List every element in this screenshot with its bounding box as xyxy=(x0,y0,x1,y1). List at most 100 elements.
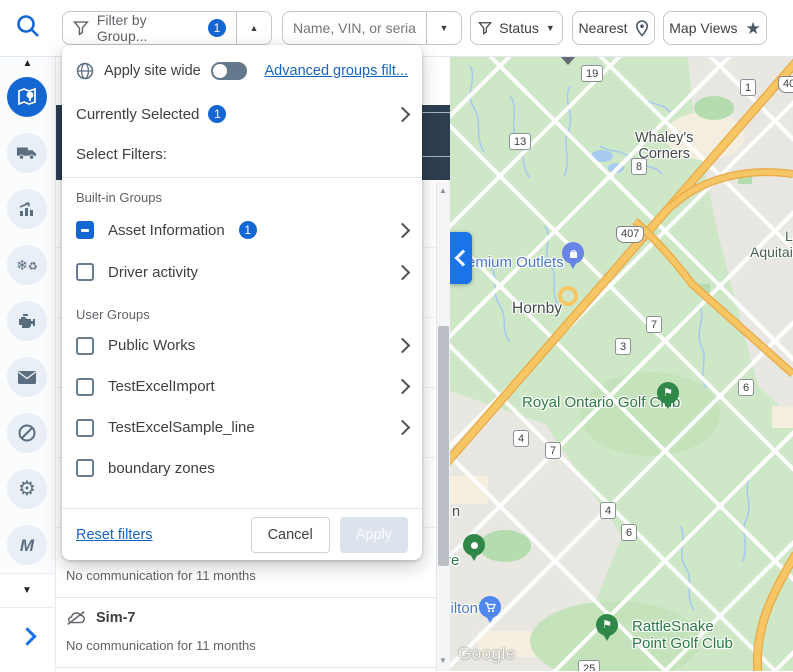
apply-site-wide-toggle[interactable] xyxy=(210,62,247,80)
group-filter-dropdown: Apply site wide Advanced groups filt... … xyxy=(62,45,422,560)
shopping-cart-pin-icon[interactable] xyxy=(479,596,501,623)
chevron-down-icon: ▼ xyxy=(545,23,555,33)
shopping-bag-pin-icon[interactable] xyxy=(562,242,584,269)
map-area[interactable]: Whaley's Corners Hornby Royal Ontario Go… xyxy=(450,56,793,671)
filter-row-asset-information[interactable]: Asset Information 1 xyxy=(62,209,422,251)
status-button[interactable]: Status ▼ xyxy=(470,11,563,45)
snowflake-recycle-icon: ❄♻ xyxy=(16,256,38,273)
checkbox-unchecked[interactable] xyxy=(76,418,94,437)
road-marker: 6 xyxy=(738,379,755,396)
filter-icon xyxy=(478,22,493,35)
filter-count-badge: 1 xyxy=(208,19,226,37)
search-icon[interactable] xyxy=(14,12,42,45)
checkbox-unchecked[interactable] xyxy=(76,459,94,477)
map-label-partial-n: n xyxy=(452,504,461,520)
chevron-left-icon xyxy=(454,249,471,267)
filter-row-testexcelimport[interactable]: TestExcelImport xyxy=(62,366,422,407)
chart-icon xyxy=(19,202,33,216)
sidebar-item-map[interactable] xyxy=(7,77,47,117)
road-marker: 7 xyxy=(545,442,562,459)
sidebar-item-settings[interactable]: ⚙ xyxy=(7,469,47,509)
globe-icon xyxy=(76,62,94,80)
chevron-down-icon: ▼ xyxy=(439,23,449,33)
park-pin-icon[interactable] xyxy=(463,534,485,561)
asset-status-text: No communication for 11 months xyxy=(66,638,256,653)
checkbox-unchecked[interactable] xyxy=(76,377,94,396)
nearest-button[interactable]: Nearest xyxy=(572,11,655,45)
sidebar-item-winter-ops[interactable]: ❄♻ xyxy=(7,245,47,285)
road-marker: 4 xyxy=(513,430,530,447)
search-input[interactable] xyxy=(283,20,426,36)
map-canvas xyxy=(450,56,793,671)
map-views-button[interactable]: Map Views ★ xyxy=(663,11,767,45)
location-pin-icon xyxy=(635,19,648,37)
chevron-right-icon xyxy=(394,419,411,436)
nav-sidebar: ▲ ❄♻ ⚙ M ▼ xyxy=(0,56,56,672)
sidebar-item-fleet[interactable] xyxy=(7,133,47,173)
filter-row-public-works[interactable]: Public Works xyxy=(62,325,422,366)
chevron-right-icon xyxy=(394,222,411,238)
road-marker: 7 xyxy=(646,316,663,333)
section-title-user-groups: User Groups xyxy=(76,307,150,322)
list-scrollbar[interactable] xyxy=(436,182,450,671)
chevron-right-icon xyxy=(394,378,411,395)
currently-selected-badge: 1 xyxy=(208,105,227,123)
currently-selected-label: Currently Selected xyxy=(76,105,200,123)
golf-pin-icon[interactable]: ⚑ xyxy=(596,614,618,641)
currently-selected-row[interactable]: Currently Selected 1 xyxy=(62,93,422,135)
checkbox-unchecked[interactable] xyxy=(76,263,94,281)
checkbox-unchecked[interactable] xyxy=(76,336,94,355)
scroll-up-icon[interactable]: ▲ xyxy=(437,186,449,195)
section-title-built-in: Built-in Groups xyxy=(76,190,162,205)
sidebar-item-dashboard[interactable] xyxy=(7,413,47,453)
road-marker: 25 xyxy=(578,660,601,671)
apply-button[interactable]: Apply xyxy=(339,516,408,553)
chevron-right-icon xyxy=(394,337,411,354)
road-marker: 13 xyxy=(509,133,532,150)
filter-collapse-toggle[interactable]: ▲ xyxy=(237,12,271,44)
golf-pin-icon[interactable]: ⚑ xyxy=(657,382,679,409)
truck-icon xyxy=(16,147,37,160)
search-dropdown-toggle[interactable]: ▼ xyxy=(427,12,461,44)
road-marker: 6 xyxy=(621,524,638,541)
filter-row-testexcelsample-line[interactable]: TestExcelSample_line xyxy=(62,407,422,448)
map-label-milton: Milton xyxy=(450,600,479,617)
chevron-right-icon xyxy=(394,106,411,122)
road-marker: 3 xyxy=(615,338,632,355)
scroll-down-icon[interactable]: ▼ xyxy=(437,656,449,665)
road-marker: 1 xyxy=(740,79,757,96)
map-label-hornby: Hornby xyxy=(512,300,562,317)
highway-407-shield: 407 xyxy=(616,226,645,243)
select-filters-heading: Select Filters: xyxy=(76,145,167,163)
scrollbar-thumb[interactable] xyxy=(438,326,449,566)
advanced-groups-filter-link[interactable]: Advanced groups filt... xyxy=(265,63,408,79)
nearest-label: Nearest xyxy=(578,20,628,36)
collapse-panel-tab[interactable] xyxy=(450,232,472,284)
sidebar-item-engine[interactable] xyxy=(7,301,47,341)
filter-row-driver-activity[interactable]: Driver activity xyxy=(62,251,422,293)
checkbox-indeterminate[interactable] xyxy=(76,221,94,239)
filter-by-group-label: Filter by Group... xyxy=(96,12,148,44)
sidebar-item-marketplace[interactable]: M xyxy=(7,525,47,565)
marketplace-m-icon: M xyxy=(19,535,35,555)
apply-site-wide-label: Apply site wide xyxy=(104,63,201,79)
sidebar-item-messages[interactable] xyxy=(7,357,47,397)
list-item[interactable]: Sim-7 xyxy=(66,610,136,626)
cloud-off-icon xyxy=(67,611,85,625)
envelope-icon xyxy=(18,370,36,384)
cancel-button[interactable]: Cancel xyxy=(250,516,330,553)
asset-search-combo[interactable]: ▼ xyxy=(282,11,462,45)
sidebar-item-productivity[interactable] xyxy=(7,189,47,229)
sidebar-scroll-down[interactable]: ▼ xyxy=(0,573,54,608)
filter-row-boundary-zones[interactable]: boundary zones xyxy=(62,448,422,488)
road-marker: 19 xyxy=(581,65,604,82)
filter-by-group-button[interactable]: Filter by Group... 1 ▲ xyxy=(62,11,272,45)
reset-filters-link[interactable]: Reset filters xyxy=(76,527,153,543)
asset-status-text: No communication for 11 months xyxy=(66,568,256,583)
sidebar-scroll-up[interactable]: ▲ xyxy=(0,58,55,69)
map-label-aquitaine: La Aquitain xyxy=(750,228,793,260)
google-watermark: Google xyxy=(458,644,516,663)
gear-icon: ⚙ xyxy=(18,478,36,500)
sidebar-expand-button[interactable] xyxy=(0,607,54,672)
engine-icon xyxy=(19,314,35,328)
